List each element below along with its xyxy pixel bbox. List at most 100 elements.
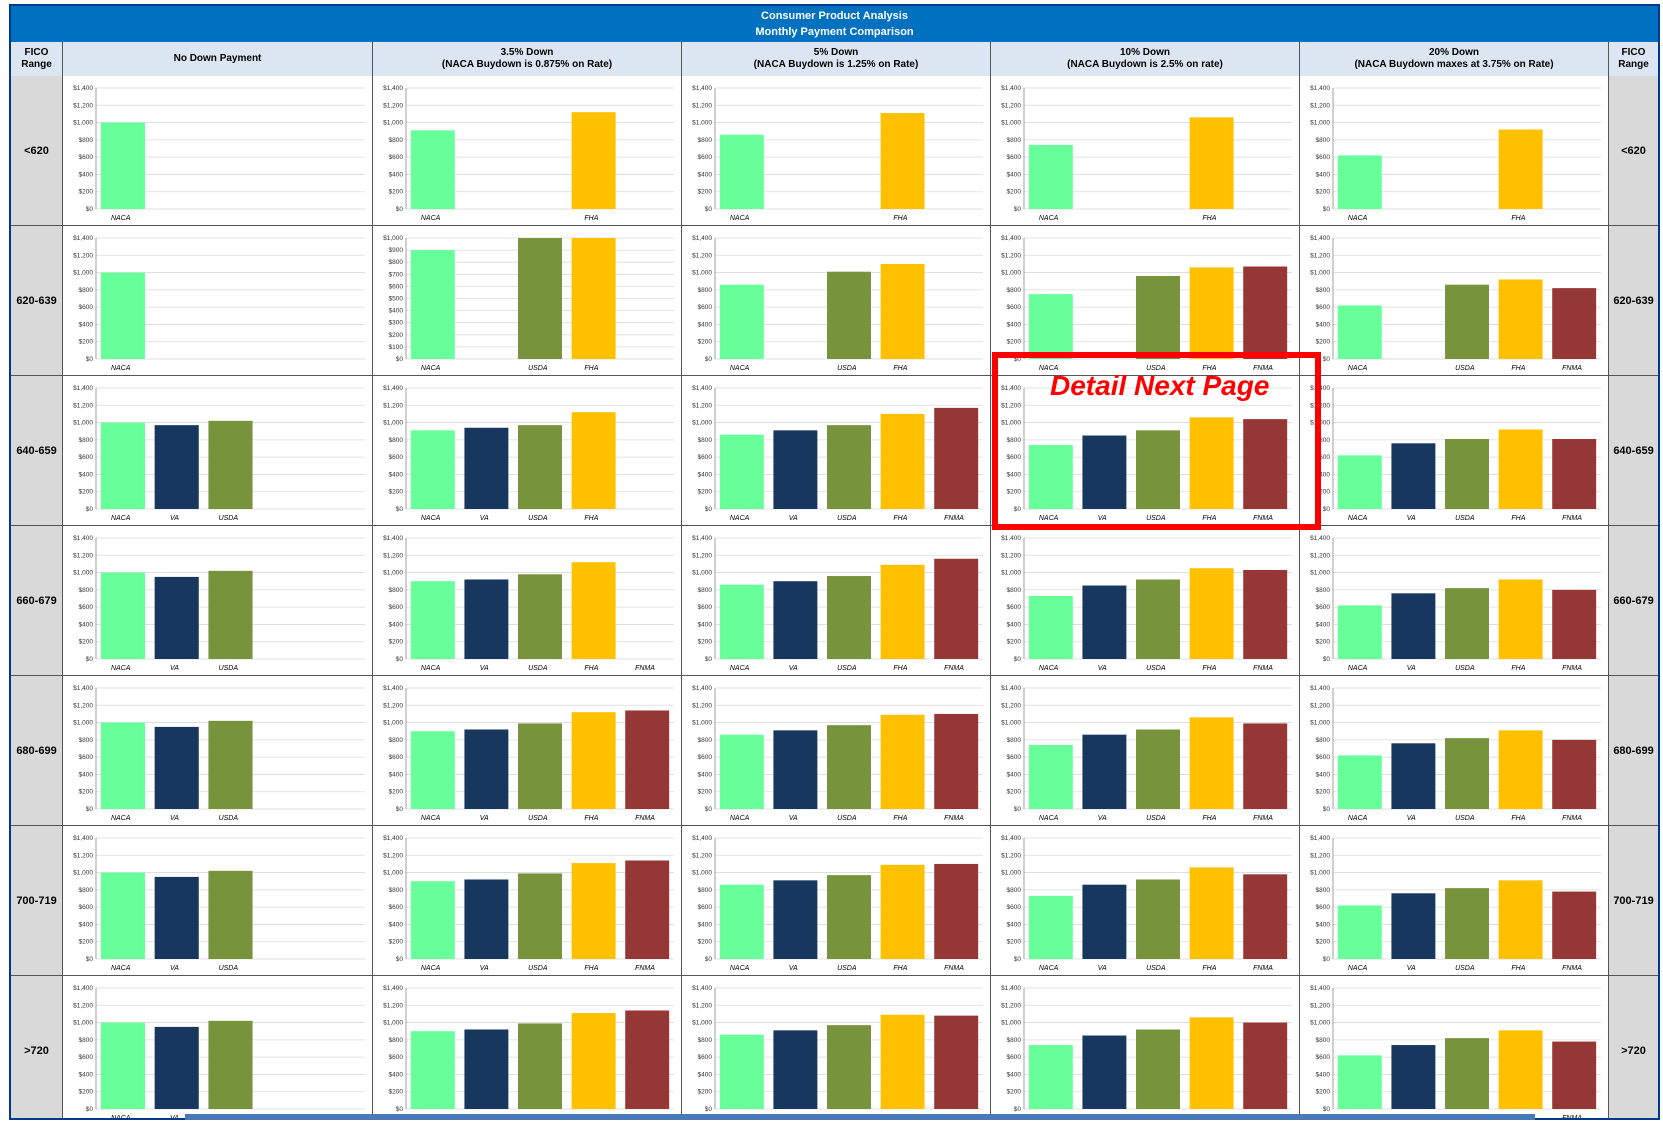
y-tick-label: $0 (86, 956, 94, 963)
x-tick-label: USDA (837, 665, 857, 672)
bar-fnma (625, 860, 670, 959)
y-tick-label: $1,400 (1310, 685, 1330, 692)
x-tick-label: VA (170, 965, 179, 972)
y-tick-label: $800 (1007, 287, 1022, 294)
bar-fnma (1243, 419, 1288, 509)
y-tick-label: $800 (1007, 887, 1022, 894)
bar-va (154, 576, 199, 659)
bar-naca (1337, 605, 1382, 659)
bar-usda (1136, 879, 1180, 959)
y-tick-label: $600 (389, 283, 404, 290)
y-tick-label: $1,400 (692, 85, 712, 92)
y-tick-label: $1,200 (383, 102, 403, 109)
bar-fha (1498, 880, 1543, 959)
x-tick-label: NACA (1348, 365, 1368, 372)
y-tick-label: $800 (389, 1037, 404, 1044)
y-tick-label: $200 (79, 1089, 94, 1096)
x-tick-label: USDA (219, 965, 239, 972)
y-tick-label: $0 (1014, 956, 1022, 963)
y-tick-label: $800 (1316, 887, 1331, 894)
y-tick-label: $400 (79, 1071, 94, 1078)
chart-cell: $0$200$400$600$800$1,000$1,200$1,400NACA… (991, 226, 1300, 376)
bar-va (1082, 884, 1127, 959)
x-tick-label: FNMA (944, 965, 964, 972)
y-tick-label: $0 (86, 356, 94, 363)
y-tick-label: $600 (79, 604, 94, 611)
bar-chart: $0 $200 $400 $600 $800 $1,000 $1,200 $1,400 NACA (73, 235, 365, 372)
column-header-20-down: 20% Down (NACA Buydown maxes at 3.75% on… (1300, 42, 1609, 76)
y-tick-label: $800 (698, 437, 713, 444)
chart-cell: $0$200$400$600$800$1,000$1,200$1,400NACA… (682, 526, 991, 676)
y-tick-label: $1,400 (1001, 535, 1021, 542)
y-tick-label: $1,400 (1001, 835, 1021, 842)
bar-fnma (625, 710, 670, 809)
bar-va (1391, 593, 1436, 659)
bar-va (1082, 1035, 1127, 1109)
bar-fha (1498, 579, 1543, 659)
y-tick-label: $600 (1316, 1054, 1331, 1061)
y-tick-label: $0 (1323, 656, 1331, 663)
bar-naca (410, 130, 455, 209)
x-tick-label: NACA (730, 215, 750, 222)
y-tick-label: $1,200 (692, 402, 712, 409)
x-tick-label: VA (1098, 665, 1107, 672)
y-tick-label: $1,200 (383, 552, 403, 559)
bar-chart: $0$200$400$600$800$1,000$1,200$1,400NACA… (1310, 535, 1601, 672)
bar-usda (518, 1023, 562, 1109)
fico-range-header-right: FICO Range (1609, 42, 1658, 76)
bar-fha (1189, 1017, 1234, 1109)
x-tick-label: USDA (528, 365, 548, 372)
bar-naca (719, 884, 764, 959)
bar-naca (1028, 1045, 1073, 1109)
y-tick-label: $1,200 (1001, 252, 1021, 259)
y-tick-label: $1,400 (692, 385, 712, 392)
bar-fha (880, 1014, 925, 1109)
x-tick-label: FNMA (944, 815, 964, 822)
y-tick-label: $600 (79, 754, 94, 761)
chart-cell: $0$200$400$600$800$1,000$1,200$1,400NACA… (1300, 226, 1609, 376)
bar-naca (410, 250, 455, 359)
y-tick-label: $800 (1316, 137, 1331, 144)
bar-fnma (934, 558, 979, 659)
bar-chart: $0 $200 $400 $600 $800 $1,000 $1,200 $1,400 NACA (73, 85, 365, 222)
bar-chart: $0$200$400$600$800$1,000$1,200$1,400NACA… (73, 385, 365, 522)
y-tick-label: $1,000 (73, 1020, 93, 1027)
y-tick-label: $500 (389, 296, 404, 303)
fico-range-left-640-659: 640-659 (11, 376, 63, 526)
y-tick-label: $600 (698, 304, 713, 311)
bar-usda (208, 720, 253, 809)
y-tick-label: $1,000 (1001, 120, 1021, 127)
y-tick-label: $800 (1007, 137, 1022, 144)
x-tick-label: NACA (730, 665, 750, 672)
chart-cell: $0$200$400$600$800$1,000$1,200$1,400NACA… (63, 676, 373, 826)
bar-fha (571, 412, 616, 509)
x-tick-label: FHA (1511, 515, 1525, 522)
y-tick-label: $400 (698, 171, 713, 178)
bar-fnma (1552, 739, 1597, 809)
bar-naca (719, 584, 764, 659)
y-tick-label: $200 (389, 189, 404, 196)
bar-fnma (934, 1015, 979, 1109)
bar-fha (880, 714, 925, 809)
x-tick-label: VA (789, 665, 798, 672)
bar-naca (719, 1034, 764, 1109)
x-tick-label: NACA (421, 365, 441, 372)
bar-naca (1028, 445, 1073, 509)
x-tick-label: NACA (111, 665, 131, 672)
y-tick-label: $1,000 (73, 720, 93, 727)
y-tick-label: $1,000 (73, 870, 93, 877)
y-tick-label: $800 (389, 737, 404, 744)
y-tick-label: $1,000 (1310, 420, 1330, 427)
x-tick-label: FHA (1511, 215, 1525, 222)
bar-fha (571, 112, 616, 209)
y-tick-label: $200 (1316, 939, 1331, 946)
y-tick-label: $200 (1316, 1089, 1331, 1096)
bar-chart: $0$200$400$600$800$1,000$1,200$1,400NACA… (692, 685, 983, 822)
x-tick-label: NACA (1039, 215, 1059, 222)
y-tick-label: $600 (1007, 904, 1022, 911)
chart-cell: $0$200$400$600$800$1,000$1,200$1,400NACA… (63, 526, 373, 676)
bar-fha (571, 863, 616, 959)
bar-chart: $0$200$400$600$800$1,000$1,200$1,400NACA… (1001, 985, 1292, 1118)
chart-cell: $0$200$400$600$800$1,000$1,200$1,400NACA… (63, 826, 373, 976)
y-tick-label: $1,400 (73, 985, 93, 992)
